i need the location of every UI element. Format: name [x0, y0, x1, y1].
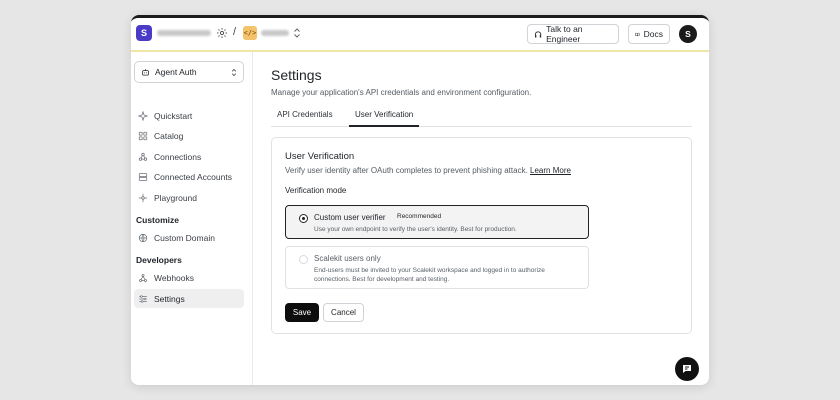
tab-user-verification[interactable]: User Verification [349, 110, 420, 127]
option-scalekit-users-only[interactable]: Scalekit users only End-users must be in… [285, 246, 589, 289]
option-description: End-users must be invited to your Scalek… [314, 267, 545, 283]
headphones-icon [534, 30, 542, 38]
page-title: Settings [271, 67, 322, 83]
sparkle-icon [138, 110, 148, 121]
docs-button[interactable]: Docs [628, 24, 670, 44]
agent-icon [142, 68, 149, 75]
sidebar-item-custom-domain[interactable]: Custom Domain [134, 228, 244, 247]
option-custom-user-verifier[interactable]: Custom user verifier Recommended Use you… [285, 205, 589, 239]
option-title: Scalekit users only [314, 254, 381, 263]
sidebar-item-webhooks[interactable]: Webhooks [134, 268, 244, 287]
chevron-updown-icon [231, 68, 237, 76]
sidebar-item-connected-accounts[interactable]: Connected Accounts [134, 167, 244, 186]
page-subtitle: Manage your application's API credential… [271, 88, 532, 97]
sidebar-item-playground[interactable]: Playground [134, 188, 244, 207]
docs-label: Docs [643, 29, 663, 39]
sidebar-item-label: Connections [154, 151, 202, 162]
sidebar-item-label: Settings [154, 293, 185, 304]
sidebar-item-quickstart[interactable]: Quickstart [134, 106, 244, 125]
save-button[interactable]: Save [285, 303, 319, 322]
tab-bar: API Credentials User Verification [271, 107, 692, 127]
sidebar-item-label: Webhooks [154, 272, 195, 283]
globe-icon [138, 233, 148, 242]
sidebar-item-catalog[interactable]: Catalog [134, 126, 244, 145]
sidebar-item-label: Custom Domain [154, 232, 215, 243]
sidebar-item-connections[interactable]: Connections [134, 147, 244, 166]
sidebar-item-label: Connected Accounts [154, 171, 232, 182]
breadcrumb-separator: / [233, 26, 237, 38]
book-icon [635, 32, 640, 36]
option-title: Custom user verifier [314, 213, 386, 222]
webhook-icon [139, 273, 147, 282]
option-description: Use your own endpoint to verify the user… [314, 226, 517, 233]
connections-icon [138, 152, 148, 161]
user-avatar[interactable]: S [679, 25, 697, 43]
project-icon[interactable]: </> [243, 26, 257, 40]
main-content: Settings Manage your application's API c… [253, 52, 709, 385]
top-bar: S / </> Talk to an Engineer Docs S [131, 18, 709, 52]
radio-custom-user-verifier[interactable] [299, 214, 308, 223]
chat-support-button[interactable] [675, 357, 699, 381]
section-label-developers: Developers [136, 255, 182, 265]
accounts-icon [138, 172, 148, 181]
tab-api-credentials[interactable]: API Credentials [271, 110, 339, 127]
card-description-text: Verify user identity after OAuth complet… [285, 166, 528, 175]
sidebar-item-label: Quickstart [154, 110, 193, 121]
user-verification-card: User Verification Verify user identity a… [271, 137, 692, 334]
card-description: Verify user identity after OAuth complet… [285, 166, 571, 175]
workspace-avatar[interactable]: S [136, 25, 152, 41]
app-window: S / </> Talk to an Engineer Docs S Agent… [131, 15, 709, 385]
chevron-updown-icon[interactable] [293, 27, 301, 39]
sidebar-item-label: Playground [154, 192, 198, 203]
settings-icon [139, 294, 147, 303]
radio-scalekit-users-only[interactable] [299, 255, 308, 264]
section-label-customize: Customize [136, 215, 179, 225]
learn-more-link[interactable]: Learn More [530, 166, 571, 175]
playground-icon [138, 193, 148, 202]
cancel-button[interactable]: Cancel [323, 303, 364, 322]
recommended-badge: Recommended [397, 213, 442, 220]
project-name-redacted[interactable] [261, 30, 289, 36]
grid-icon [138, 131, 148, 140]
talk-to-engineer-button[interactable]: Talk to an Engineer [527, 24, 619, 44]
app-selector-label: Agent Auth [155, 67, 197, 77]
chat-icon [683, 365, 691, 373]
gear-icon[interactable] [216, 27, 228, 39]
verification-mode-label: Verification mode [285, 186, 347, 195]
sidebar: Agent Auth Quickstart Catalog Connection… [131, 52, 253, 385]
sidebar-item-settings[interactable]: Settings [134, 289, 244, 308]
card-title: User Verification [285, 151, 355, 162]
sidebar-item-label: Catalog [154, 130, 184, 141]
talk-to-engineer-label: Talk to an Engineer [546, 24, 583, 44]
workspace-name-redacted[interactable] [157, 30, 211, 36]
app-selector[interactable]: Agent Auth [134, 61, 244, 83]
